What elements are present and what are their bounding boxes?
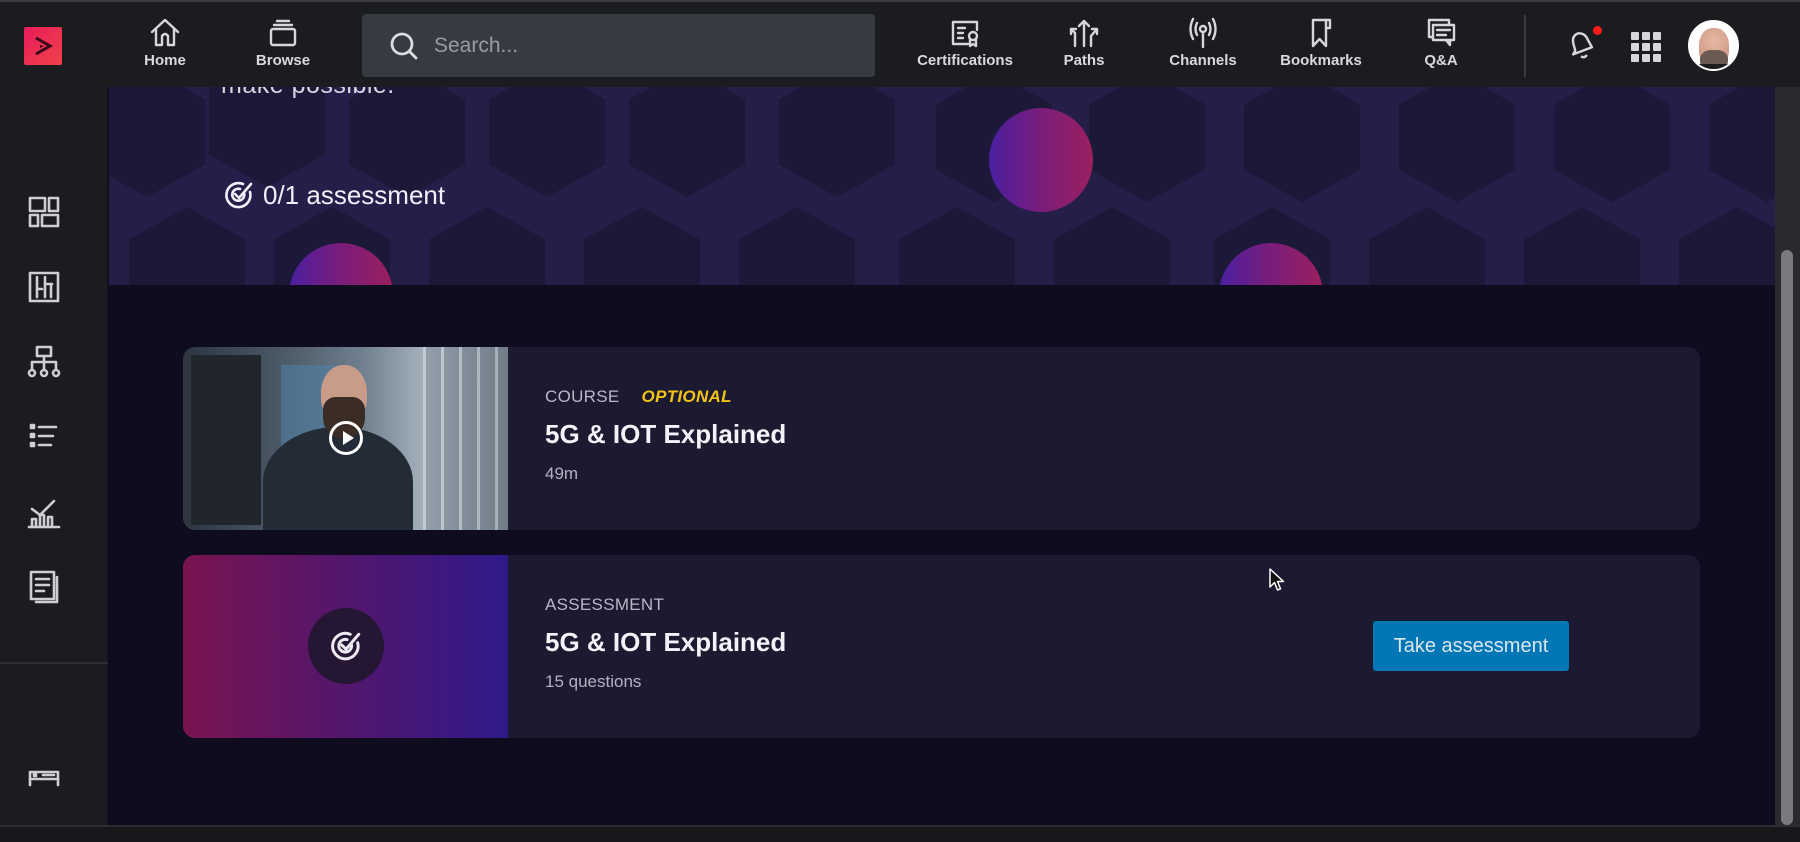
hero-description: make possible.	[221, 87, 395, 100]
analytics-icon	[27, 499, 61, 529]
content-type-label: ASSESSMENT	[545, 595, 665, 614]
notification-badge	[1593, 26, 1602, 35]
course-thumbnail[interactable]	[183, 347, 508, 530]
assessment-progress-text: 0/1 assessment	[263, 179, 446, 210]
target-check-icon	[331, 631, 361, 661]
search-input[interactable]	[434, 33, 854, 58]
user-avatar[interactable]	[1688, 20, 1739, 71]
assessment-info: ASSESSMENT 5G & IOT Explained 15 questio…	[545, 593, 786, 692]
nav-bookmarks-label: Bookmarks	[1280, 52, 1362, 69]
nav-browse-label: Browse	[255, 52, 311, 69]
nav-certifications-label: Certifications	[917, 52, 1013, 69]
hierarchy-icon	[27, 345, 61, 378]
sidebar-separator	[0, 662, 108, 664]
bookmark-icon	[1311, 18, 1332, 48]
hero-banner: make possible. 0/1 assessment	[109, 87, 1775, 285]
nav-paths-label: Paths	[1063, 52, 1105, 69]
paths-icon	[1069, 19, 1099, 48]
dashboard-icon	[28, 196, 60, 228]
apps-menu-button[interactable]	[1631, 32, 1661, 62]
sidebar-item-analytics[interactable]	[26, 495, 62, 531]
nav-home[interactable]: Home	[137, 16, 193, 78]
notifications-button[interactable]	[1564, 26, 1602, 67]
sidebar-item-hierarchy[interactable]	[26, 344, 62, 380]
list-icon	[29, 423, 58, 448]
skills-icon	[28, 271, 60, 303]
chat-icon	[1427, 18, 1456, 47]
question-count: 15 questions	[545, 672, 642, 691]
assessment-thumbnail	[183, 555, 508, 738]
top-navigation-bar: Home Browse Certifications Paths Channel…	[0, 0, 1800, 87]
search-icon	[390, 32, 418, 59]
pluralsight-logo[interactable]	[24, 27, 62, 65]
sidebar-item-documents[interactable]	[26, 569, 62, 605]
play-logo-icon	[35, 36, 54, 56]
optional-tag: OPTIONAL	[641, 387, 732, 406]
broadcast-icon	[1189, 17, 1217, 49]
course-card[interactable]: COURSE OPTIONAL 5G & IOT Explained 49m	[183, 347, 1700, 530]
nav-qa-label: Q&A	[1424, 52, 1458, 69]
nav-channels[interactable]: Channels	[1166, 16, 1240, 78]
app-grid-icon	[1631, 32, 1661, 62]
nav-paths[interactable]: Paths	[1062, 16, 1106, 78]
nav-home-label: Home	[144, 52, 186, 69]
nav-browse[interactable]: Browse	[249, 16, 317, 78]
certificate-icon	[951, 20, 979, 48]
nav-certifications[interactable]: Certifications	[913, 16, 1017, 78]
target-check-icon	[225, 181, 253, 209]
play-icon[interactable]	[329, 421, 363, 455]
sidebar-item-skills[interactable]	[26, 269, 62, 305]
left-sidebar	[0, 87, 108, 825]
assessment-card[interactable]: ASSESSMENT 5G & IOT Explained 15 questio…	[183, 555, 1700, 738]
mouse-cursor-icon	[1269, 568, 1285, 591]
content-type-label: COURSE	[545, 387, 620, 406]
nav-channels-label: Channels	[1169, 52, 1237, 69]
sidebar-item-device[interactable]	[26, 769, 62, 789]
sidebar-item-list[interactable]	[26, 419, 62, 455]
bottom-bar	[0, 825, 1800, 842]
header-divider	[1524, 15, 1526, 77]
course-info: COURSE OPTIONAL 5G & IOT Explained 49m	[545, 385, 786, 484]
take-assessment-button[interactable]: Take assessment	[1373, 621, 1569, 671]
main-content: make possible. 0/1 assessment COURSE OPT…	[109, 87, 1775, 825]
assessment-title[interactable]: 5G & IOT Explained	[545, 627, 786, 658]
document-icon	[29, 570, 59, 604]
nav-bookmarks[interactable]: Bookmarks	[1279, 16, 1363, 78]
device-icon	[28, 770, 60, 787]
course-duration: 49m	[545, 464, 579, 483]
course-title[interactable]: 5G & IOT Explained	[545, 419, 786, 450]
sidebar-item-dashboard[interactable]	[26, 194, 62, 230]
nav-qa[interactable]: Q&A	[1421, 16, 1461, 78]
search-bar[interactable]	[362, 14, 875, 77]
browse-icon	[269, 19, 297, 47]
decorative-orb	[989, 108, 1093, 212]
scrollbar-thumb[interactable]	[1781, 250, 1793, 825]
vertical-scrollbar[interactable]	[1775, 87, 1800, 825]
home-icon	[150, 18, 180, 47]
assessment-progress: 0/1 assessment	[223, 179, 445, 211]
